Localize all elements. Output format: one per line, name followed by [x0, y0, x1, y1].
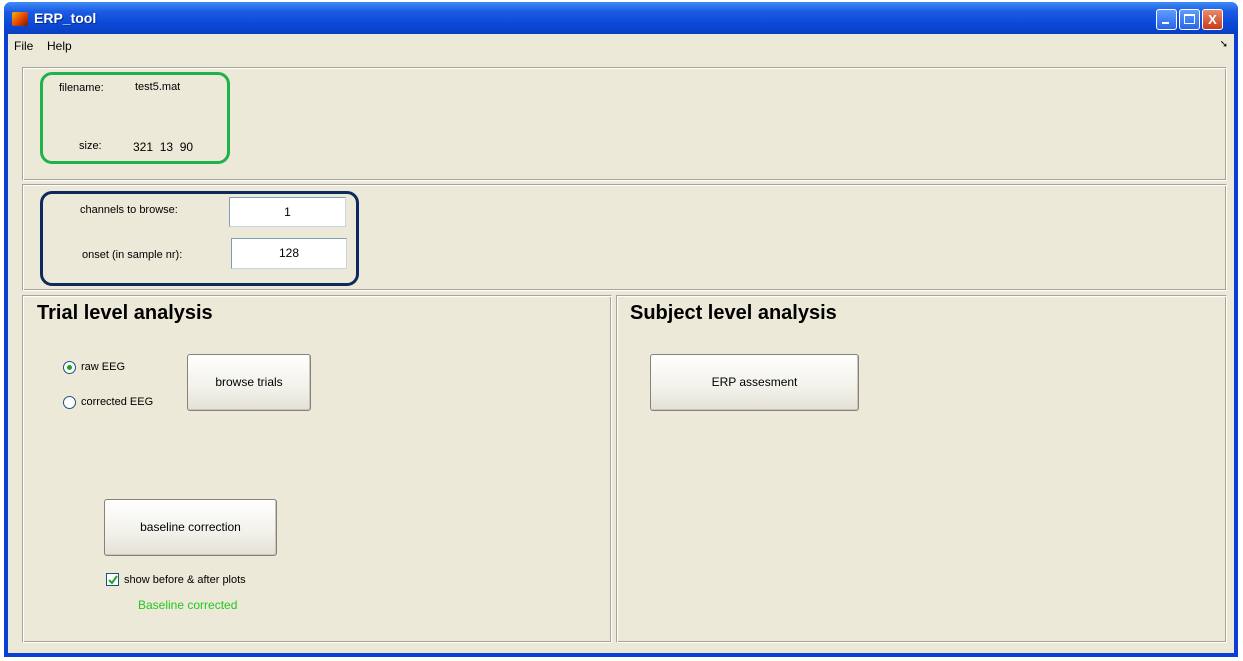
show-plots-label[interactable]: show before & after plots — [124, 574, 246, 586]
browse-settings-panel: channels to browse: 1 onset (in sample n… — [22, 184, 1227, 291]
browse-trials-button[interactable]: browse trials — [187, 354, 311, 411]
menu-help[interactable]: Help — [47, 39, 72, 53]
maximize-icon — [1184, 14, 1195, 24]
client-area: File Help ➘ filename: test5.mat size: 32… — [8, 34, 1234, 653]
trial-heading: Trial level analysis — [37, 302, 213, 324]
checkmark-icon — [108, 575, 118, 585]
arrow-icon[interactable]: ➘ — [1220, 39, 1228, 50]
baseline-status: Baseline corrected — [138, 598, 238, 612]
close-button[interactable]: X — [1202, 9, 1223, 30]
raw-eeg-radio[interactable] — [63, 361, 76, 374]
maximize-button[interactable] — [1179, 9, 1200, 30]
close-icon: X — [1208, 12, 1217, 27]
minimize-icon — [1162, 22, 1169, 24]
menu-file[interactable]: File — [14, 39, 33, 53]
window-title: ERP_tool — [34, 10, 97, 26]
selected-dot-icon — [67, 365, 72, 370]
erp-assesment-button[interactable]: ERP assesment — [650, 354, 859, 411]
filename-highlight — [40, 72, 230, 164]
minimize-button[interactable] — [1156, 9, 1177, 30]
subject-analysis-panel: Subject level analysis ERP assesment — [616, 295, 1227, 643]
raw-eeg-label[interactable]: raw EEG — [81, 361, 125, 373]
corrected-eeg-radio[interactable] — [63, 396, 76, 409]
corrected-eeg-label[interactable]: corrected EEG — [81, 396, 153, 408]
title-bar[interactable]: ERP_tool X — [4, 2, 1238, 34]
baseline-correction-button[interactable]: baseline correction — [104, 499, 277, 556]
settings-highlight — [40, 191, 359, 286]
matlab-icon — [12, 12, 28, 26]
file-info-panel: filename: test5.mat size: 321 13 90 — [22, 67, 1227, 181]
show-plots-checkbox[interactable] — [106, 573, 119, 586]
subject-heading: Subject level analysis — [630, 302, 837, 324]
app-window: ERP_tool X File Help ➘ filename: test5.m… — [4, 2, 1238, 657]
menu-bar: File Help ➘ — [8, 34, 1234, 56]
trial-analysis-panel: Trial level analysis raw EEG corrected E… — [22, 295, 612, 643]
